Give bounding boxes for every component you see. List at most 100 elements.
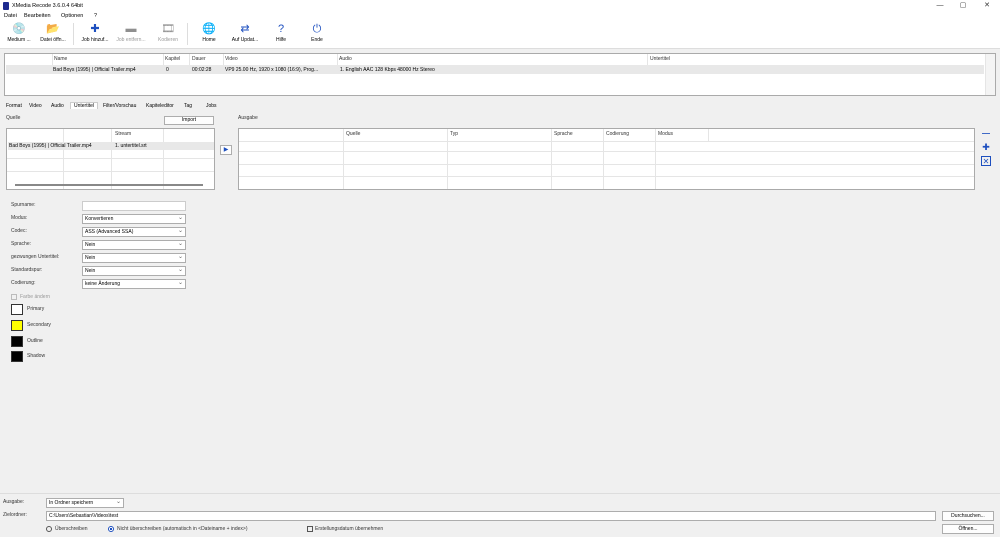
column-header-chapter[interactable]: Kapitel xyxy=(165,56,180,62)
tab-subtitle[interactable]: Untertitel xyxy=(70,102,99,109)
toolbar-button-label: Medium ... xyxy=(7,37,31,43)
maximize-button[interactable]: ▢ xyxy=(953,1,973,11)
outline-color-label: Outline xyxy=(27,338,43,344)
toolbar-button-label: Kodieren xyxy=(157,37,178,43)
toolbar-button-plus[interactable]: ✚ Job hinzuf... xyxy=(78,22,112,48)
globe-icon: 🌐 xyxy=(202,23,216,35)
toolbar-button-folder[interactable]: 📂 Datei öffn... xyxy=(36,22,70,48)
outline-color-swatch[interactable] xyxy=(11,336,23,347)
browse-button[interactable]: Durchsuchen... xyxy=(942,511,994,521)
column-header-encoding[interactable]: Codierung xyxy=(606,131,629,137)
output-list[interactable]: Quelle Typ Sprache Codierung Modus xyxy=(238,128,975,190)
remove-output-button[interactable]: — xyxy=(981,130,991,140)
track-name-label: Spurname: xyxy=(11,202,36,208)
change-color-checkbox[interactable] xyxy=(11,294,17,300)
column-header-subtitle[interactable]: Untertitel xyxy=(650,56,670,62)
shadow-color-label: Shadow xyxy=(27,353,46,359)
plus-icon: ✚ xyxy=(982,142,990,152)
toolbar-button-film: 🎞 Kodieren xyxy=(151,22,185,48)
menu-optionen[interactable]: Optionen xyxy=(61,13,83,19)
toolbar-button-refresh[interactable]: ⇄ Auf Updat... xyxy=(228,22,262,48)
codec-label: Codec: xyxy=(11,228,27,234)
target-folder-label: Zielordner: xyxy=(3,512,27,518)
folder-icon: 📂 xyxy=(46,23,60,35)
column-header-stream[interactable]: Stream xyxy=(115,131,131,137)
primary-color-swatch[interactable] xyxy=(11,304,23,315)
import-button[interactable]: Import xyxy=(164,116,214,125)
minimize-button[interactable]: — xyxy=(930,1,950,11)
secondary-color-label: Secondary xyxy=(27,322,51,328)
table-row[interactable]: Bad Boys (1995) | Official Trailer.mp4 0… xyxy=(6,65,984,74)
output-mode-select[interactable]: In Ordner speichern xyxy=(46,498,124,508)
refresh-icon: ⇄ xyxy=(240,23,250,35)
close-button[interactable]: ✕ xyxy=(977,1,997,11)
toolbar-button-globe[interactable]: 🌐 Home xyxy=(192,22,226,48)
menu-help[interactable]: ? xyxy=(94,13,97,19)
add-to-output-arrow-button[interactable]: ▶ xyxy=(220,145,232,155)
toolbar-button-label: Auf Updat... xyxy=(231,37,259,43)
job-list[interactable]: Name Kapitel Dauer Video Audio Untertite… xyxy=(4,53,996,96)
menu-datei[interactable]: Datei xyxy=(4,13,17,19)
list-item[interactable]: Bad Boys (1995) | Official Trailer.mp4 1… xyxy=(8,142,214,150)
column-header-video[interactable]: Video xyxy=(225,56,238,62)
forced-subtitle-label: gezwungen Untertitel: xyxy=(11,254,60,260)
minus-icon: ▬ xyxy=(125,23,137,35)
track-name-input[interactable] xyxy=(82,201,186,211)
keep-date-checkbox[interactable] xyxy=(307,526,313,532)
column-header-mode[interactable]: Modus xyxy=(658,131,673,137)
column-header-source[interactable]: Quelle xyxy=(346,131,360,137)
source-stream: 1. untertitel.srt xyxy=(115,143,147,149)
codec-select[interactable]: ASS (Advanced SSA) xyxy=(82,227,186,237)
menu-bearbeiten[interactable]: Bearbeiten xyxy=(24,13,51,19)
tab-video[interactable]: Video xyxy=(29,103,42,109)
language-select[interactable]: Nein xyxy=(82,240,186,250)
overwrite-label: Überschreiben xyxy=(55,526,88,532)
tab-tag[interactable]: Tag xyxy=(184,103,192,109)
overwrite-radio[interactable] xyxy=(46,526,52,532)
job-duration: 00:02:28 xyxy=(192,67,212,73)
window-title: XMedia Recode 3.6.0.4 64bit xyxy=(12,3,83,9)
column-header-type[interactable]: Typ xyxy=(450,131,458,137)
minus-icon: — xyxy=(982,129,990,138)
column-header-duration[interactable]: Dauer xyxy=(192,56,206,62)
toolbar-button-label: Home xyxy=(202,37,216,43)
tab-jobs[interactable]: Jobs xyxy=(206,103,217,109)
toolbar-button-label: Ende xyxy=(311,37,323,43)
column-header-language[interactable]: Sprache xyxy=(554,131,573,137)
toolbar-separator xyxy=(73,23,74,45)
output-label: Ausgabe xyxy=(238,115,258,121)
vertical-scrollbar[interactable] xyxy=(985,54,995,95)
column-header-name[interactable]: Name xyxy=(54,56,67,62)
no-overwrite-radio[interactable] xyxy=(108,526,114,532)
plus-icon: ✚ xyxy=(90,23,100,35)
keep-date-label: Erstellungsdatum übernehmen xyxy=(315,526,384,532)
tab-filter-preview[interactable]: Filter/Vorschau xyxy=(103,103,136,109)
default-track-select[interactable]: Nein xyxy=(82,266,186,276)
toolbar-button-help[interactable]: ? Hilfe xyxy=(264,22,298,48)
shadow-color-swatch[interactable] xyxy=(11,351,23,362)
tab-format[interactable]: Format xyxy=(6,103,22,109)
encoding-select[interactable]: keine Änderung xyxy=(82,279,186,289)
help-icon: ? xyxy=(277,23,285,35)
mode-select[interactable]: Konvertieren xyxy=(82,214,186,224)
primary-color-label: Primary xyxy=(27,306,45,312)
open-folder-button[interactable]: Öffnen... xyxy=(942,524,994,534)
target-folder-input[interactable]: C:\Users\Sebastian\Videos\test xyxy=(46,511,936,521)
forced-subtitle-select[interactable]: Nein xyxy=(82,253,186,263)
tab-audio[interactable]: Audio xyxy=(51,103,64,109)
toolbar-button-label: Job hinzuf... xyxy=(81,37,109,43)
horizontal-scrollbar[interactable] xyxy=(15,184,203,186)
secondary-color-swatch[interactable] xyxy=(11,320,23,331)
add-output-button[interactable]: ✚ xyxy=(981,143,991,153)
toolbar-button-disc[interactable]: 💿 Medium ... xyxy=(2,22,36,48)
job-video: VP9 25.00 Hz, 1920 x 1080 (16:9), Prog..… xyxy=(225,67,319,73)
tab-chapter-editor[interactable]: Kapiteleditor xyxy=(146,103,174,109)
no-overwrite-label: Nicht überschreiben (automatisch in <Dat… xyxy=(117,526,248,532)
bottom-divider xyxy=(0,493,1000,494)
toolbar-button-power[interactable]: ⏻ Ende xyxy=(300,22,334,48)
source-list[interactable]: Stream Bad Boys (1995) | Official Traile… xyxy=(6,128,215,190)
column-header-audio[interactable]: Audio xyxy=(339,56,352,62)
toolbar-button-label: Datei öffn... xyxy=(40,37,66,43)
clear-output-button[interactable]: ✕ xyxy=(981,156,991,166)
film-icon: 🎞 xyxy=(161,23,175,35)
